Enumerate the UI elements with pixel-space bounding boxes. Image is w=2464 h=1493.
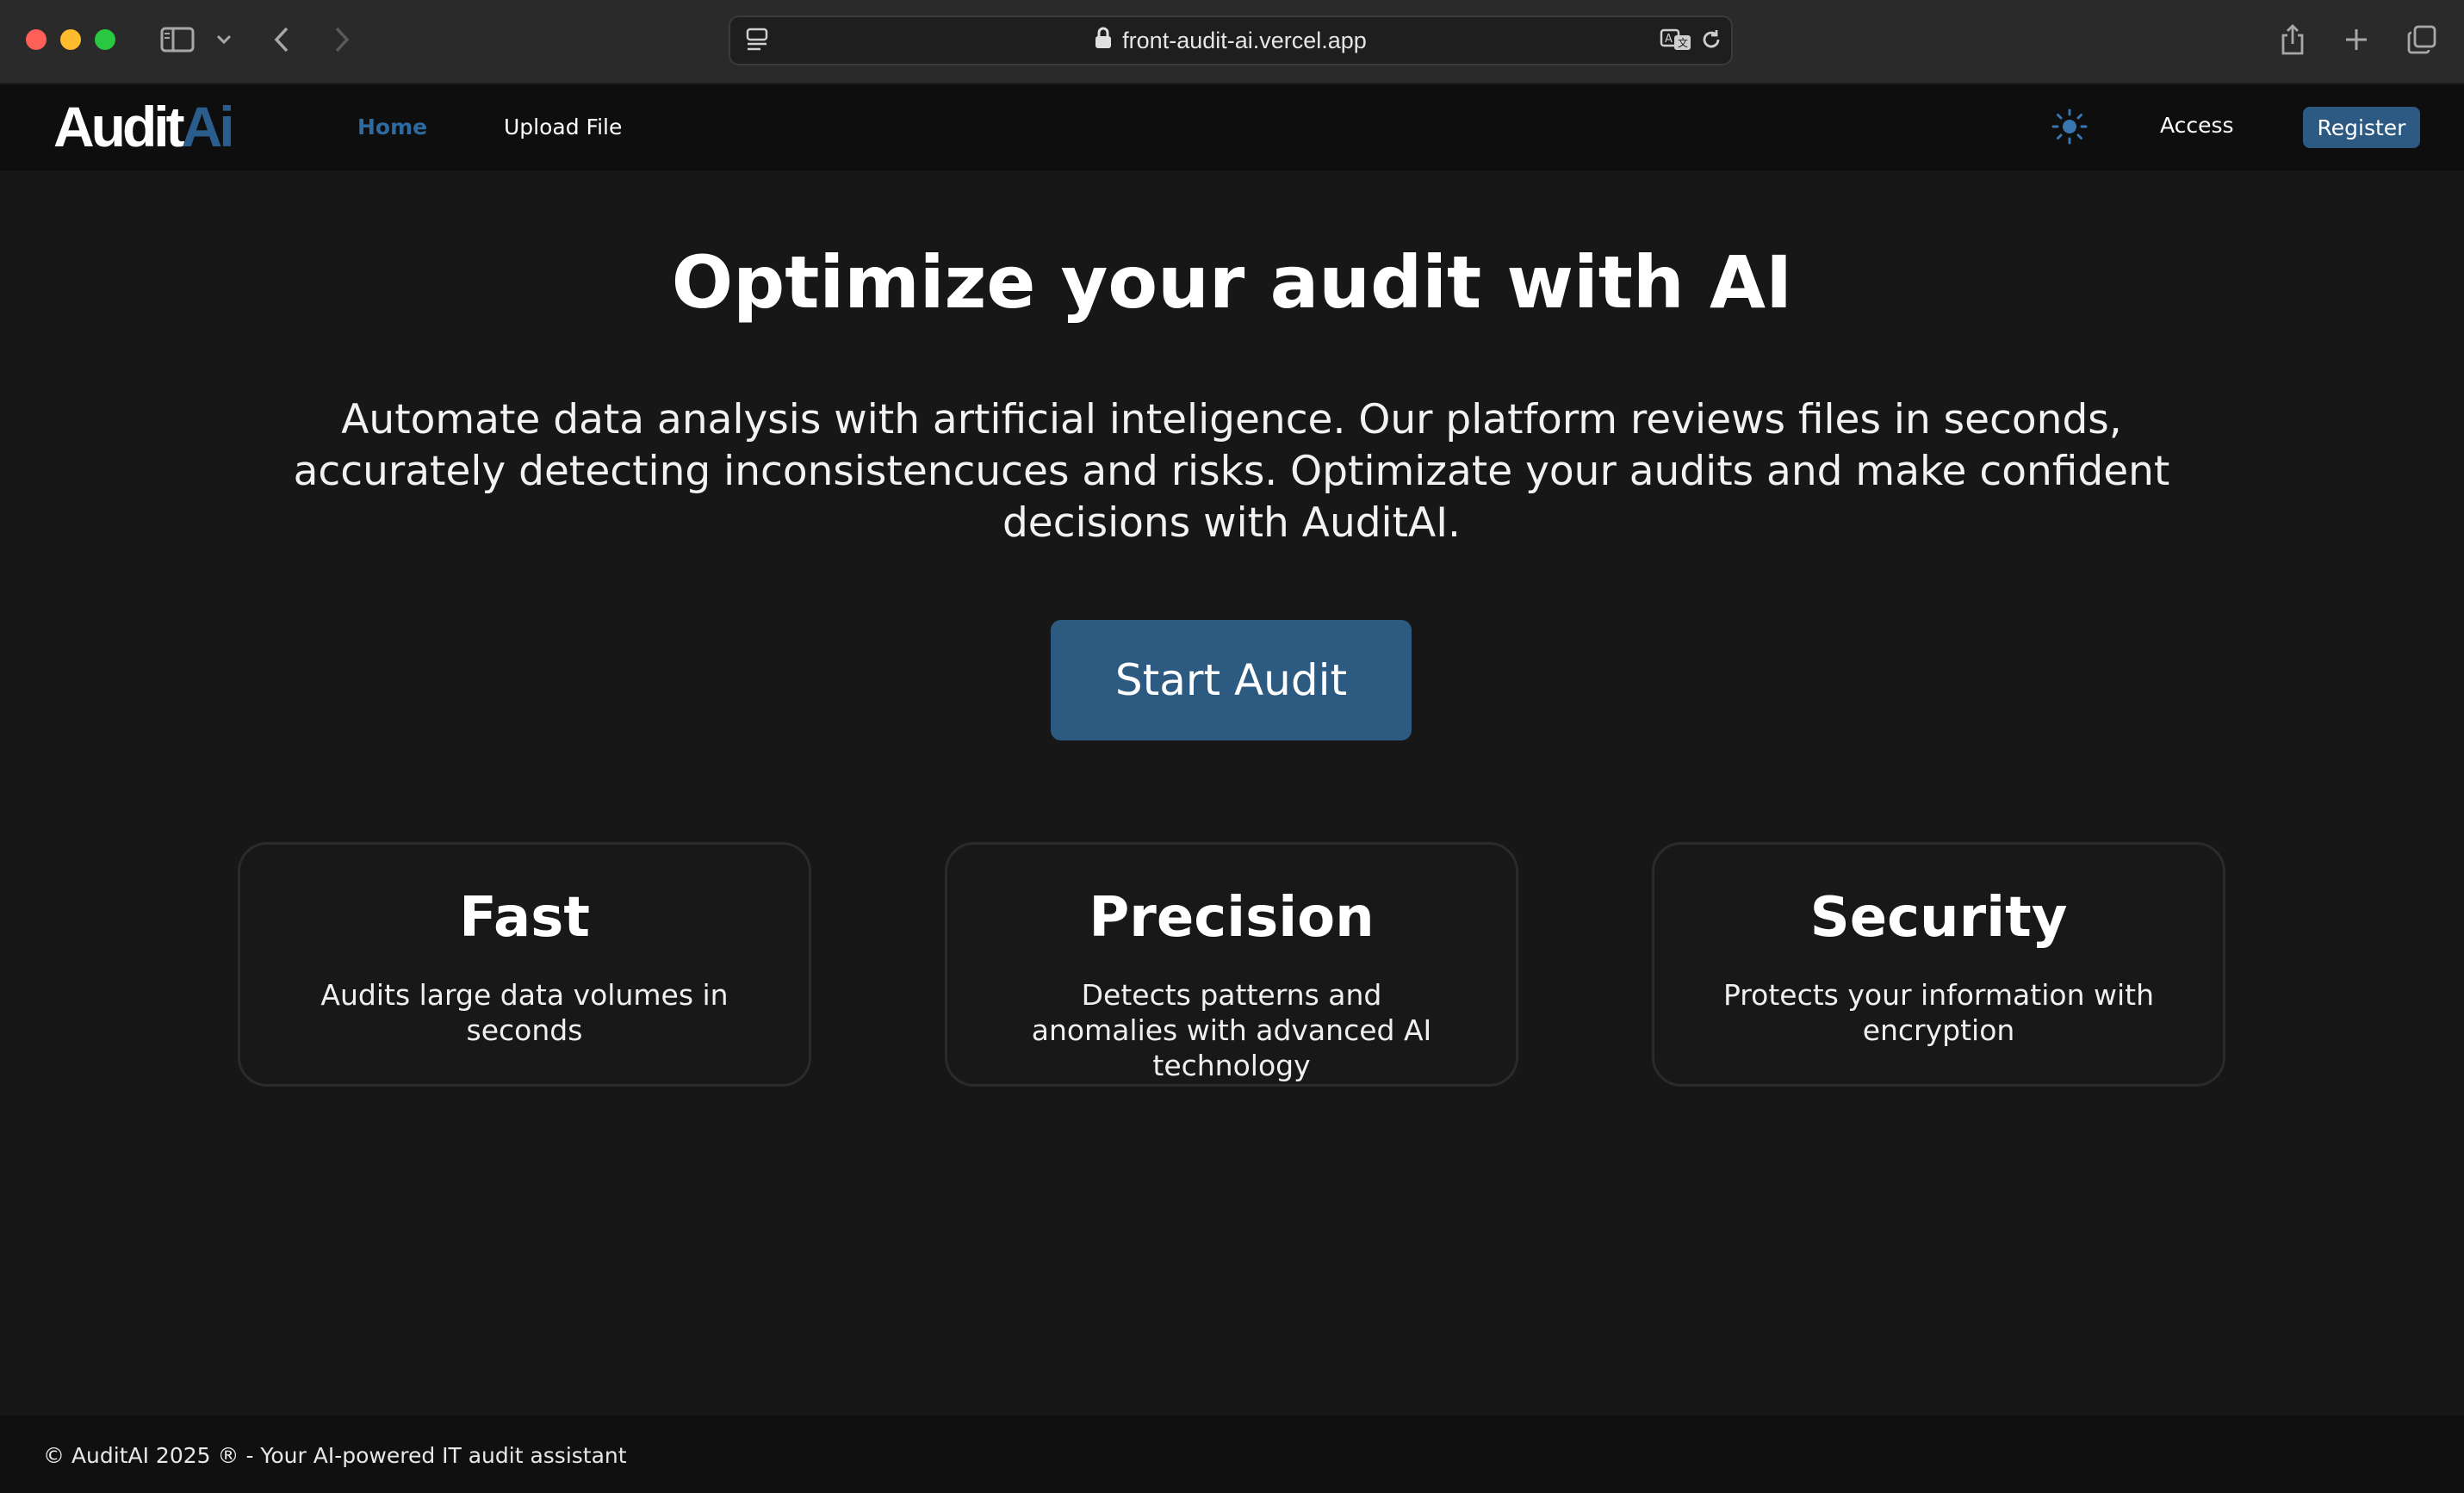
- lock-icon: [1095, 27, 1112, 55]
- feature-card-fast: Fast Audits large data volumes in second…: [238, 842, 811, 1087]
- share-icon[interactable]: [2277, 22, 2308, 57]
- feature-title: Security: [1809, 886, 2068, 950]
- maximize-window-button[interactable]: [95, 29, 115, 50]
- new-tab-icon[interactable]: [2341, 22, 2372, 57]
- access-link[interactable]: Access: [2160, 108, 2234, 143]
- feature-card-security: Security Protects your information with …: [1652, 842, 2225, 1087]
- browser-toolbar: front-audit-ai.vercel.app A文: [0, 0, 2464, 84]
- feature-title: Fast: [459, 886, 590, 950]
- translate-icon[interactable]: A文: [1659, 22, 1693, 57]
- feature-title: Precision: [1089, 886, 1375, 950]
- hero-description-line: accurately detecting inconsistencuces an…: [293, 448, 2170, 495]
- feature-card-precision: Precision Detects patterns and anomalies…: [945, 842, 1518, 1087]
- sun-icon: [2051, 108, 2089, 149]
- svg-text:A: A: [1665, 33, 1673, 46]
- feature-description: Protects your information with encryptio…: [1722, 978, 2154, 1047]
- nav-upload-file-link[interactable]: Upload File: [504, 110, 622, 145]
- theme-toggle-button[interactable]: [2050, 108, 2089, 148]
- close-window-button[interactable]: [26, 29, 47, 50]
- feature-description: Detects patterns and anomalies with adva…: [1031, 978, 1432, 1082]
- svg-text:文: 文: [1678, 36, 1688, 49]
- hero-description: Automate data analysis with artificial i…: [284, 394, 2179, 549]
- hero-description-line: Automate data analysis with artificial i…: [341, 396, 2122, 443]
- nav-home-link[interactable]: Home: [357, 110, 427, 145]
- tab-overview-icon[interactable]: [2405, 22, 2439, 57]
- forward-icon[interactable]: [329, 22, 355, 57]
- logo-text-audit: Audit: [53, 95, 185, 158]
- register-button[interactable]: Register: [2303, 107, 2420, 148]
- hero-description-line: decisions with AuditAI.: [1002, 499, 1462, 547]
- footer-copyright: © AuditAI 2025 ® - Your AI-powered IT au…: [43, 1443, 627, 1468]
- site-navbar: AuditAi Home Upload File Access Register: [0, 84, 2464, 170]
- minimize-window-button[interactable]: [60, 29, 81, 50]
- chevron-down-icon[interactable]: [214, 22, 234, 57]
- back-icon[interactable]: [269, 22, 295, 57]
- url-text: front-audit-ai.vercel.app: [1122, 27, 1367, 53]
- reload-icon[interactable]: [1697, 22, 1726, 57]
- hero-title: Optimize your audit with AI: [671, 240, 1793, 325]
- start-audit-button[interactable]: Start Audit: [1051, 620, 1412, 740]
- logo-text-ai: Ai: [181, 95, 235, 158]
- feature-description: Audits large data volumes in seconds: [320, 978, 729, 1047]
- site-footer: © AuditAI 2025 ® - Your AI-powered IT au…: [0, 1416, 2464, 1493]
- sidebar-toggle-icon[interactable]: [158, 22, 196, 57]
- auditai-logo[interactable]: AuditAi: [53, 95, 235, 158]
- address-bar[interactable]: front-audit-ai.vercel.app A文: [729, 15, 1733, 65]
